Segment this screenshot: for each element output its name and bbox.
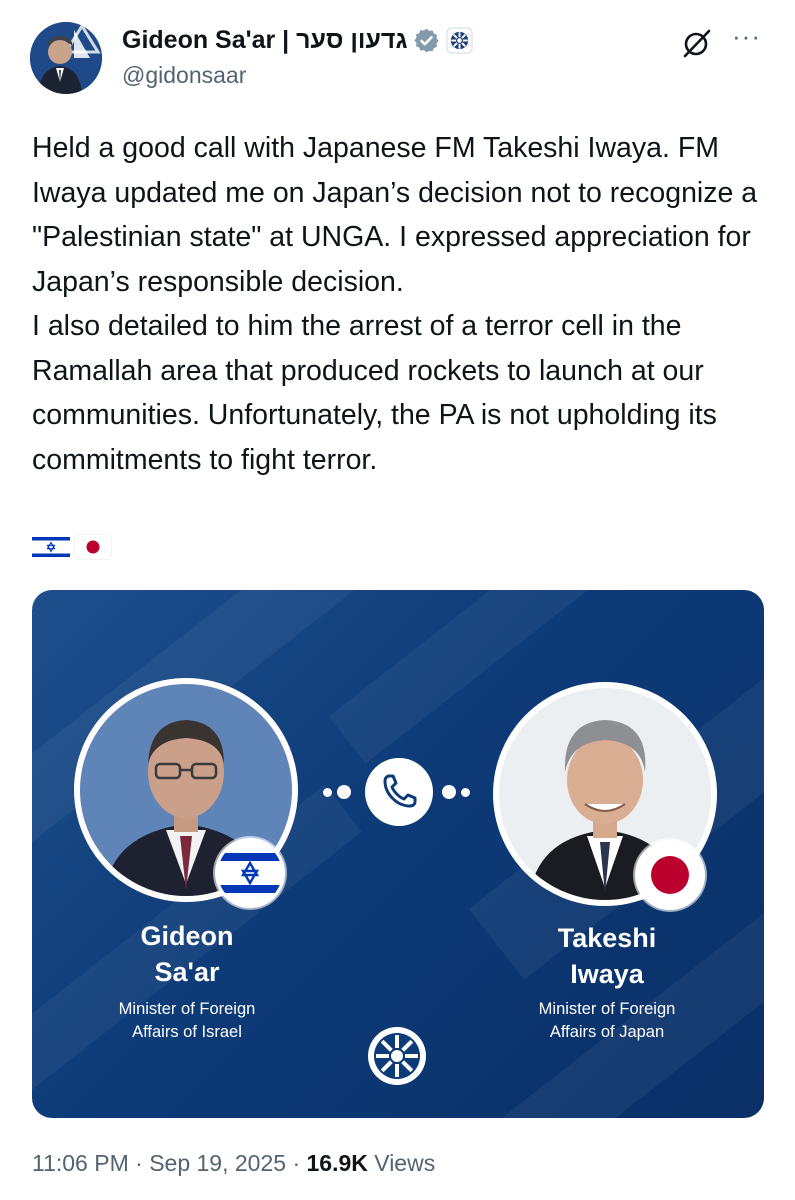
israel-flag-icon [218,841,282,905]
right-name-line-1: Takeshi [557,923,657,953]
author-avatar[interactable] [30,22,102,94]
avatar-photo [30,22,102,94]
meta-separator: · [135,1150,143,1176]
israel-foreign-ministry-emblem-icon[interactable] [446,27,473,54]
views-label[interactable]: Views [374,1150,435,1176]
tweet-time[interactable]: 11:06 PM [32,1150,129,1176]
author-display-name[interactable]: Gideon Sa'ar | גדעון סער [122,26,407,55]
left-person-title: Minister of Foreign Affairs of Israel [77,998,297,1044]
call-dot [323,788,332,797]
verified-badge-icon[interactable] [413,27,440,54]
call-dot [461,788,470,797]
tweet-paragraph-1: Held a good call with Japanese FM Takesh… [32,132,758,298]
left-name-line-2: Sa'ar [154,957,220,987]
left-name-line-1: Gideon [140,921,234,951]
call-dot [337,785,351,799]
right-title-line-1: Minister of Foreign [538,1000,676,1018]
left-title-line-2: Affairs of Israel [132,1023,242,1041]
foreign-ministry-emblem-icon [368,1027,426,1085]
tweet-meta: 11:06 PM · Sep 19, 2025 · 16.9K Views [32,1150,435,1177]
left-person-name: Gideon Sa'ar [77,918,297,990]
flag-emojis [32,534,112,560]
israel-flag-icon [32,534,70,560]
tweet-date[interactable]: Sep 19, 2025 [149,1150,286,1176]
meta-separator: · [292,1150,301,1176]
japan-flag-badge [635,840,705,910]
more-options-button[interactable]: ··· [732,23,768,56]
right-title-line-2: Affairs of Japan [549,1023,665,1041]
left-title-line-1: Minister of Foreign [118,1000,256,1018]
japan-flag-icon [74,534,112,560]
views-count[interactable]: 16.9K [307,1150,368,1176]
israel-flag-badge [215,838,285,908]
japan-flag-icon [638,843,702,907]
phone-icon [383,774,417,808]
tweet-paragraph-2: I also detailed to him the arrest of a t… [32,310,717,476]
author-handle[interactable]: @gidonsaar [122,62,246,89]
author-name-row[interactable]: Gideon Sa'ar | גדעון סער [122,26,473,55]
right-person-name: Takeshi Iwaya [497,920,717,992]
phone-call-badge [365,758,433,826]
call-dot [442,785,456,799]
tweet-text: Held a good call with Japanese FM Takesh… [32,126,772,482]
grok-icon[interactable] [680,26,714,60]
right-person-title: Minister of Foreign Affairs of Japan [497,998,717,1044]
right-name-line-2: Iwaya [570,959,644,989]
